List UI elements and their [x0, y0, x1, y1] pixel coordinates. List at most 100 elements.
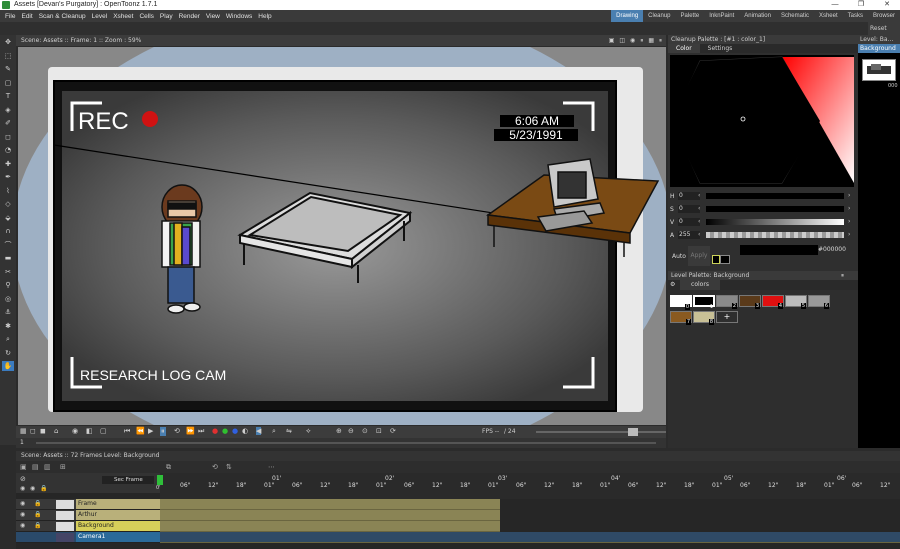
history-icon[interactable]: ⌂ [54, 427, 58, 435]
brush-tool-icon[interactable]: ✎ [2, 64, 14, 74]
minimize-button[interactable]: — [822, 0, 848, 10]
new-raster-level-icon[interactable]: ▥ [44, 463, 51, 471]
iron-tool-icon[interactable]: ▬ [2, 253, 14, 263]
style-chip-4[interactable]: 4 [762, 295, 784, 309]
value-increment-icon[interactable]: › [848, 218, 850, 225]
increment-icon[interactable]: ⇅ [226, 463, 232, 471]
lock-toggle-icon[interactable]: 🔒 [34, 522, 41, 529]
add-style-button[interactable]: + [716, 311, 738, 323]
new-level-icon[interactable]: ▣ [20, 463, 27, 471]
cutter-tool-icon[interactable]: ✂ [2, 267, 14, 277]
fps-slider-knob[interactable] [628, 428, 638, 436]
room-cleanup[interactable]: Cleanup [643, 10, 675, 22]
viewer-canvas[interactable]: REC 6:06 AM 5/23/1991 RESEARCH LOG CAM [18, 47, 666, 425]
3d-view-icon[interactable]: ◫ [619, 35, 625, 46]
frame-field[interactable]: 1 [20, 439, 24, 446]
sound-icon[interactable]: ◀ [256, 427, 262, 435]
fill-tool-icon[interactable]: ◈ [2, 105, 14, 115]
preview-all-icon[interactable]: ◉ [30, 485, 35, 492]
saturation-field[interactable]: 0 [678, 205, 700, 213]
menu-cells[interactable]: Cells [136, 13, 156, 20]
layer-name[interactable]: Frame [76, 499, 160, 509]
subcamera-preview-icon[interactable]: ▦ [648, 35, 654, 46]
prev-frame-icon[interactable]: ⏪ [136, 427, 145, 435]
pump-tool-icon[interactable]: ⬙ [2, 213, 14, 223]
menu-windows[interactable]: Windows [223, 13, 255, 20]
saturation-increment-icon[interactable]: › [848, 205, 850, 212]
animate-tool-icon[interactable]: ✥ [2, 37, 14, 47]
style-chip-8[interactable]: 8 [693, 311, 715, 325]
alpha-field[interactable]: 255 [678, 231, 700, 239]
hue-decrement-icon[interactable]: ‹ [698, 192, 700, 199]
selection-tool-icon[interactable]: ⬚ [2, 51, 14, 61]
step-icon[interactable]: ⋯ [268, 463, 275, 471]
cycle-icon[interactable]: ⟲ [212, 463, 218, 471]
zoom-out-icon[interactable]: ⊖ [348, 427, 354, 435]
paint-brush-tool-icon[interactable]: ✐ [2, 118, 14, 128]
tab-color[interactable]: Color [668, 44, 700, 53]
layer-camera[interactable]: Camera1 [16, 532, 160, 543]
magnet-tool-icon[interactable]: ∩ [2, 226, 14, 236]
flip-icon[interactable]: ⇋ [286, 427, 292, 435]
next-frame-icon[interactable]: ⏩ [186, 427, 195, 435]
style-chip-7[interactable]: 7 [670, 311, 692, 325]
alpha-slider[interactable] [706, 232, 844, 238]
frame-ruler[interactable]: 01' 02' 03' 04' 05' 06' 06" 12" 18" 01" 06" 12" 18" 0… [160, 473, 900, 499]
color-wheel[interactable] [670, 55, 854, 187]
eraser-tool-icon[interactable]: ◻ [2, 132, 14, 142]
zoom-in-icon[interactable]: ⊕ [336, 427, 342, 435]
room-tasks[interactable]: Tasks [843, 10, 868, 22]
type-tool-icon[interactable]: T [2, 91, 14, 101]
pause-icon[interactable]: ⏸ [160, 427, 166, 436]
style-chip-5[interactable]: 5 [785, 295, 807, 309]
control-point-editor-icon[interactable]: ⌇ [2, 186, 14, 196]
room-browser[interactable]: Browser [868, 10, 900, 22]
style-picker-icon[interactable]: ✚ [2, 159, 14, 169]
compare-icon[interactable]: ◧ [86, 427, 93, 435]
room-xsheet[interactable]: Xsheet [814, 10, 843, 22]
layer-frame[interactable]: ◉ 🔒 Frame [16, 499, 160, 510]
value-slider[interactable] [706, 219, 844, 225]
freeze-palette-icon[interactable]: ⏸ [841, 271, 844, 280]
camera-view-icon[interactable]: ◉ [630, 35, 635, 46]
green-channel-icon[interactable]: ● [222, 427, 228, 435]
room-inknpaint[interactable]: InknPaint [704, 10, 739, 22]
style-chip-6[interactable]: 6 [808, 295, 830, 309]
skeleton-tool-icon[interactable]: ⚲ [2, 280, 14, 290]
duplicate-icon[interactable]: ⧉ [166, 463, 171, 472]
alpha-increment-icon[interactable]: › [848, 231, 850, 238]
frame-display-select[interactable]: Sec Frame [102, 476, 154, 484]
layer-arthur[interactable]: ◉ 🔒 Arthur [16, 510, 160, 521]
pinch-tool-icon[interactable]: ◇ [2, 199, 14, 209]
close-button[interactable]: ✕ [874, 0, 900, 10]
black-bg-icon[interactable]: ◼ [40, 427, 46, 435]
preview-toggle-icon[interactable]: ◉ [20, 500, 25, 507]
preview-toggle-icon[interactable]: ◉ [20, 522, 25, 529]
room-palette[interactable]: Palette [676, 10, 705, 22]
menu-scan-cleanup[interactable]: Scan & Cleanup [36, 13, 89, 20]
tape-tool-icon[interactable]: ◔ [2, 145, 14, 155]
room-animation[interactable]: Animation [739, 10, 776, 22]
maximize-button[interactable]: ❐ [848, 0, 874, 10]
checkerboard-bg-icon[interactable]: ▦ [20, 427, 27, 435]
red-channel-icon[interactable]: ● [212, 427, 218, 435]
zoom-icon[interactable]: ⌕ [272, 427, 276, 436]
menu-render[interactable]: Render [176, 13, 203, 20]
freeze-icon[interactable]: ⏸ [659, 35, 662, 46]
camera-stand-icon[interactable]: ▣ [609, 35, 615, 46]
style-chip-1[interactable]: 1 [693, 295, 715, 310]
layer-background[interactable]: ◉ 🔒 Background [16, 521, 160, 532]
layer-name[interactable]: Background [76, 521, 160, 531]
style-chip-2[interactable]: 2 [716, 295, 738, 309]
frame-track[interactable] [36, 442, 656, 444]
bg-toggle-icon[interactable]: ▢ [100, 427, 107, 435]
rgb-picker-icon[interactable]: ✒ [2, 172, 14, 182]
tab-settings[interactable]: Settings [700, 44, 741, 53]
style-chip-0[interactable]: 0 [670, 295, 692, 310]
snapshot-icon[interactable]: ◉ [72, 427, 78, 435]
cells-background[interactable] [160, 521, 500, 532]
cells-arthur[interactable] [160, 510, 500, 521]
menu-edit[interactable]: Edit [18, 13, 35, 20]
cells-camera[interactable] [160, 532, 900, 543]
last-frame-icon[interactable]: ⏭ [198, 427, 204, 436]
